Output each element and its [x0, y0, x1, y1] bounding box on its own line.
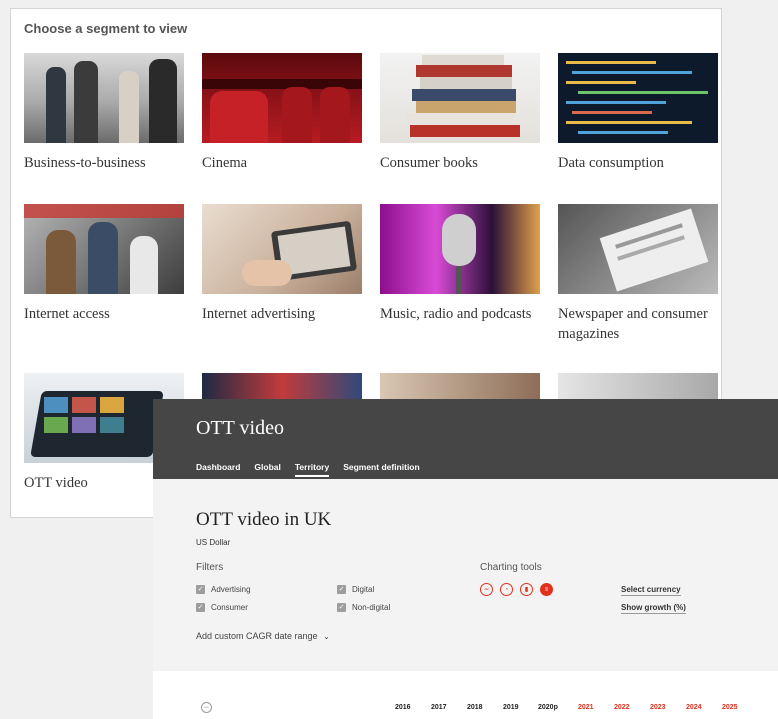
- segment-tile-newspaper-magazines[interactable]: Newspaper and consumer magazines: [558, 204, 718, 344]
- year-column-header-forecast: 2021: [578, 704, 594, 711]
- ott-tab-bar: Dashboard Global Territory Segment defin…: [196, 462, 420, 477]
- segment-tile-data-consumption[interactable]: Data consumption: [558, 53, 718, 173]
- select-currency-link[interactable]: Select currency: [621, 585, 681, 596]
- checkbox-checked-icon[interactable]: ✓: [337, 585, 346, 594]
- segment-label: Music, radio and podcasts: [380, 306, 532, 322]
- tab-global[interactable]: Global: [254, 462, 280, 477]
- years-header-row: − 2016 2017 2018 2019 2020p 2021 2022 20…: [153, 671, 778, 719]
- ott-header: OTT video Dashboard Global Territory Seg…: [153, 399, 778, 479]
- segment-tile-cinema[interactable]: Cinema: [202, 53, 362, 173]
- year-column-header: 2016: [395, 704, 411, 711]
- segment-label: Internet access: [24, 306, 110, 322]
- year-column-header: 2018: [467, 704, 483, 711]
- filter-advertising[interactable]: ✓ Advertising: [196, 585, 251, 594]
- segment-tile-consumer-books[interactable]: Consumer books: [380, 53, 540, 173]
- tab-segment-definition[interactable]: Segment definition: [343, 462, 420, 477]
- ott-video-panel: OTT video Dashboard Global Territory Seg…: [153, 399, 778, 719]
- year-column-header: 2020p: [538, 704, 558, 711]
- collapse-minus-icon[interactable]: −: [201, 702, 212, 713]
- segment-label: Internet advertising: [202, 306, 316, 322]
- segment-tile-business-to-business[interactable]: Business-to-business: [24, 53, 184, 173]
- filter-consumer[interactable]: ✓ Consumer: [196, 603, 248, 612]
- year-column-header-forecast: 2023: [650, 704, 666, 711]
- filters-title: Filters: [196, 562, 224, 573]
- tab-territory[interactable]: Territory: [294, 462, 330, 477]
- checkbox-checked-icon[interactable]: ✓: [196, 585, 205, 594]
- tab-dashboard[interactable]: Dashboard: [196, 462, 240, 477]
- filter-label: Consumer: [211, 603, 248, 612]
- segment-label: Cinema: [202, 155, 248, 171]
- segment-label: Data consumption: [558, 155, 664, 171]
- segment-tile-internet-access[interactable]: Internet access: [24, 204, 184, 324]
- show-growth-link[interactable]: Show growth (%): [621, 603, 686, 614]
- cinema-seats-image: [202, 53, 362, 143]
- code-screen-image: [558, 53, 718, 143]
- tablet-hands-image: [202, 204, 362, 294]
- pie-chart-icon[interactable]: ◔: [500, 583, 513, 596]
- charting-tools-group: ∼ ◔ ▮ ≡: [480, 583, 553, 596]
- checkbox-checked-icon[interactable]: ✓: [196, 603, 205, 612]
- bar-chart-icon[interactable]: ▮: [520, 583, 533, 596]
- add-cagr-range-link[interactable]: Add custom CAGR date range ⌄: [196, 631, 330, 641]
- charting-tools-title: Charting tools: [480, 562, 542, 573]
- segment-label: Newspaper and consumer magazines: [558, 306, 708, 342]
- filter-label: Non-digital: [352, 603, 391, 612]
- filter-label: Digital: [352, 585, 375, 594]
- year-column-header-forecast: 2025: [722, 704, 738, 711]
- territory-title: OTT video in UK: [196, 509, 332, 530]
- segment-tile-music-radio-podcasts[interactable]: Music, radio and podcasts: [380, 204, 540, 324]
- segment-label: Consumer books: [380, 155, 478, 171]
- book-stack-image: [380, 53, 540, 143]
- segment-tile-internet-advertising[interactable]: Internet advertising: [202, 204, 362, 324]
- filter-digital[interactable]: ✓ Digital: [337, 585, 374, 594]
- checkbox-checked-icon[interactable]: ✓: [337, 603, 346, 612]
- segment-chooser-title: Choose a segment to view: [24, 21, 188, 36]
- segment-label: Business-to-business: [24, 155, 146, 171]
- currency-label: US Dollar: [196, 538, 231, 547]
- line-chart-icon[interactable]: ∼: [480, 583, 493, 596]
- business-handshake-image: [24, 53, 184, 143]
- year-column-header-forecast: 2024: [686, 704, 702, 711]
- ott-header-title: OTT video: [196, 417, 284, 439]
- people-with-phones-image: [24, 204, 184, 294]
- studio-microphone-image: [380, 204, 540, 294]
- filter-label: Advertising: [211, 585, 251, 594]
- year-column-header: 2017: [431, 704, 447, 711]
- chevron-down-icon: ⌄: [323, 632, 330, 641]
- table-icon[interactable]: ≡: [540, 583, 553, 596]
- filter-non-digital[interactable]: ✓ Non-digital: [337, 603, 390, 612]
- year-column-header: 2019: [503, 704, 519, 711]
- year-column-header-forecast: 2022: [614, 704, 630, 711]
- newspaper-reading-image: [558, 204, 718, 294]
